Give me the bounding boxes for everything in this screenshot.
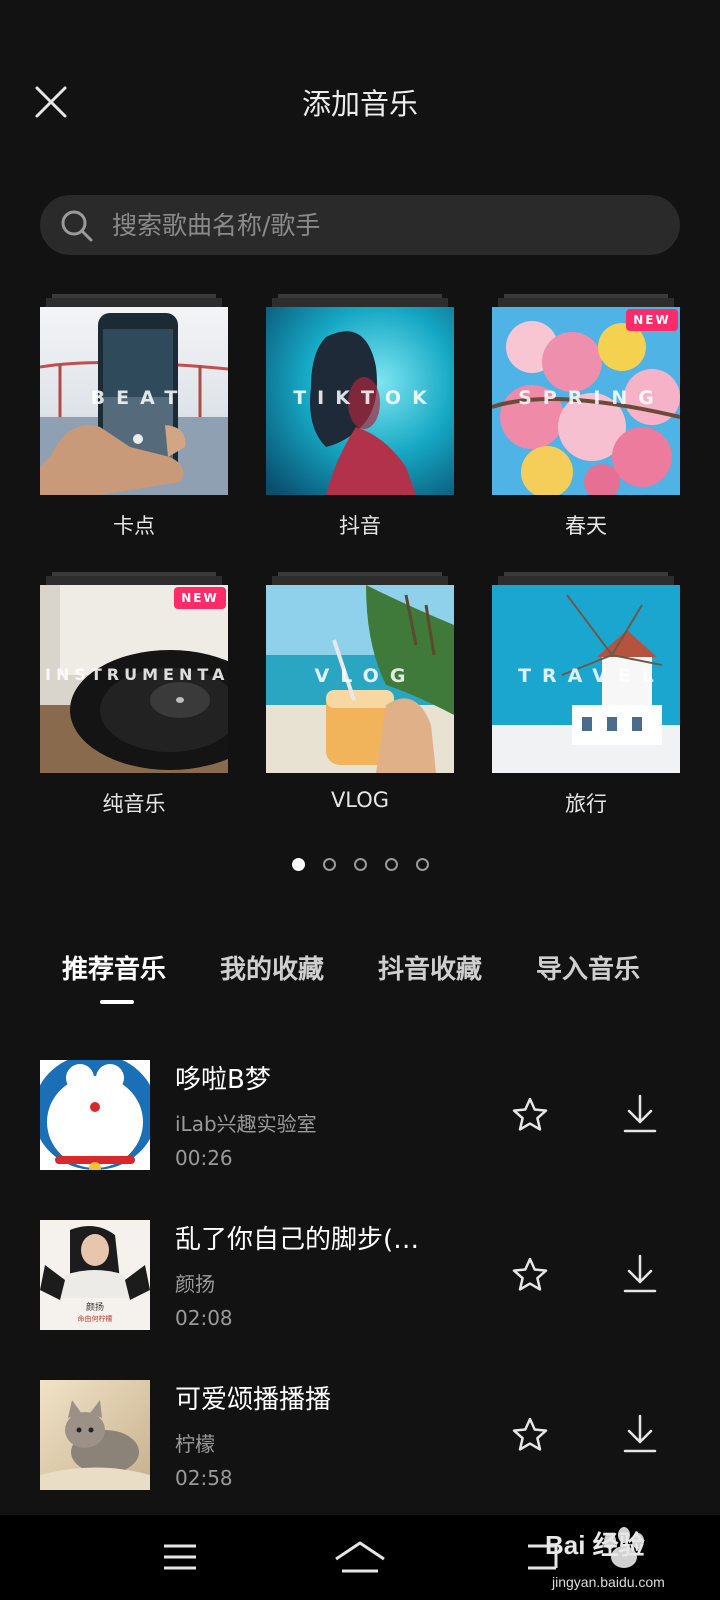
category-label: 卡点 [113,514,155,538]
cover-text: TIKTOK [293,387,438,409]
star-icon[interactable] [510,1095,550,1135]
cover-text: TRAVEL [518,665,665,687]
category-cover: VLOG [266,585,454,773]
page-dot[interactable] [353,858,367,871]
song-artist: 颜扬 [175,1272,215,1296]
category-label: 春天 [565,514,607,538]
category-card-vlog[interactable]: VLOG VLOG [266,568,454,818]
home-icon[interactable] [332,1535,388,1579]
cover-text: SPRING [518,387,665,409]
category-card-beat[interactable]: BEAT 卡点 [40,290,228,540]
new-badge: NEW [626,309,678,331]
cover-text: BEAT [90,387,189,409]
list-item[interactable]: 颜扬 命由何柠檬 乱了你自己的脚步(… 颜扬 02:08 [0,1220,720,1332]
tab-my-favorites[interactable]: 我的收藏 [220,950,324,990]
tab-import-music[interactable]: 导入音乐 [536,950,640,990]
search-icon [61,210,93,242]
page-title: 添加音乐 [301,87,418,121]
category-cover: SPRING NEW [492,307,680,495]
tab-douyin-favorites[interactable]: 抖音收藏 [378,950,482,990]
song-title: 乱了你自己的脚步(… [175,1225,420,1255]
cover-text: INSTRUMENTAL [45,665,228,684]
page-dot[interactable] [322,858,336,871]
category-card-tiktok[interactable]: TIKTOK 抖音 [266,290,454,540]
download-icon[interactable] [620,1413,660,1455]
music-tabs: 推荐音乐 我的收藏 抖音收藏 导入音乐 [0,950,720,1010]
doraemon-cover [40,1060,150,1170]
page-indicator [0,854,720,871]
song-cover: 颜扬 命由何柠檬 [40,1220,150,1330]
cover-caption-sub: 命由何柠檬 [77,1315,113,1323]
cover-text: VLOG [314,665,417,687]
list-item[interactable]: 可爱颂播播播 柠檬 02:58 [0,1380,720,1492]
category-card-instrumental[interactable]: INSTRUMENTAL NEW 纯音乐 [40,568,228,818]
song-cover [40,1380,150,1490]
tab-recommended[interactable]: 推荐音乐 [62,950,166,990]
kitten-cover [40,1380,150,1490]
download-icon[interactable] [620,1093,660,1135]
download-icon[interactable] [620,1253,660,1295]
menu-icon[interactable] [158,1535,202,1579]
watermark-url: jingyan.baidu.com [552,1574,665,1590]
category-cover: BEAT [40,307,228,495]
watermark-brand: Bai 经验 [545,1530,645,1560]
new-badge: NEW [174,587,226,609]
song-artist: 柠檬 [175,1432,215,1456]
active-tab-indicator [100,1000,134,1004]
search-input[interactable] [112,195,652,255]
category-grid: BEAT 卡点 TIKTOK 抖音 SPRING NEW 春天 INSTRUME… [0,290,720,830]
star-icon[interactable] [510,1415,550,1455]
category-label: VLOG [330,788,390,812]
page-dot[interactable] [384,858,398,871]
page-dot[interactable] [415,858,429,871]
category-card-travel[interactable]: TRAVEL 旅行 [492,568,680,818]
category-cover: TRAVEL [492,585,680,773]
song-title: 哆啦B梦 [175,1065,271,1095]
category-card-spring[interactable]: SPRING NEW 春天 [492,290,680,540]
song-title: 可爱颂播播播 [175,1385,332,1415]
category-cover: INSTRUMENTAL NEW [40,585,228,773]
song-artist: iLab兴趣实验室 [175,1112,317,1136]
search-bar[interactable] [40,195,680,255]
category-cover: TIKTOK [266,307,454,495]
song-cover [40,1060,150,1170]
category-label: 抖音 [339,514,381,538]
category-label: 纯音乐 [102,792,166,816]
category-label: 旅行 [565,792,607,816]
cover-caption: 颜扬 [85,1303,104,1313]
song-duration: 00:26 [175,1146,233,1170]
star-icon[interactable] [510,1255,550,1295]
list-item[interactable]: 哆啦B梦 iLab兴趣实验室 00:26 [0,1060,720,1172]
header: 添加音乐 [0,0,720,190]
song-duration: 02:08 [175,1306,233,1330]
song-duration: 02:58 [175,1466,233,1490]
page-dot[interactable] [291,858,305,871]
